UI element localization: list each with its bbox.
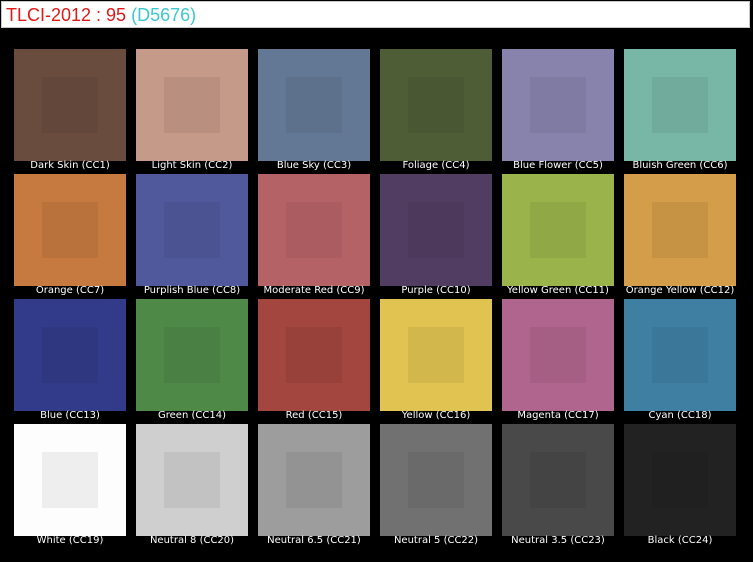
color-patch [136, 174, 248, 286]
color-patch [258, 174, 370, 286]
color-patch [380, 49, 492, 161]
color-patch [136, 49, 248, 161]
patch-label: Blue Sky (CC3) [276, 160, 352, 171]
patch-center [164, 202, 220, 258]
patch-label: Black (CC24) [647, 535, 713, 546]
patch-label: Purplish Blue (CC8) [143, 285, 241, 296]
color-patch [502, 299, 614, 411]
color-patch [136, 424, 248, 536]
patch-center [164, 452, 220, 508]
patch-center [42, 452, 98, 508]
patch-center [408, 77, 464, 133]
color-patch [14, 299, 126, 411]
patch-label: Orange Yellow (CC12) [625, 285, 735, 296]
color-patch [624, 424, 736, 536]
patch-center [164, 327, 220, 383]
patch-center [652, 327, 708, 383]
patch-label: Bluish Green (CC6) [632, 160, 728, 171]
patch-label: Neutral 6.5 (CC21) [267, 535, 361, 546]
color-checker-grid: Dark Skin (CC1) Light Skin (CC2) Blue Sky … [14, 49, 750, 549]
light-source-label: (D5676) [131, 5, 197, 25]
color-patch [624, 49, 736, 161]
patch-center [286, 77, 342, 133]
patch-center [530, 327, 586, 383]
patch-center [408, 202, 464, 258]
color-patch [258, 49, 370, 161]
patch-label: Blue Flower (CC5) [513, 160, 603, 171]
patch-label: Cyan (CC18) [648, 410, 712, 421]
title: TLCI-2012 : 95 (D5676) [6, 4, 196, 26]
patch-center [652, 77, 708, 133]
patch-center [652, 202, 708, 258]
color-patch [136, 299, 248, 411]
patch-center [652, 452, 708, 508]
patch-label: Neutral 3.5 (CC23) [511, 535, 605, 546]
patch-center [530, 202, 586, 258]
patch-center [42, 77, 98, 133]
patch-label: Yellow Green (CC11) [507, 285, 609, 296]
patch-label: Yellow (CC16) [401, 410, 471, 421]
color-patch [502, 174, 614, 286]
patch-label: Red (CC15) [285, 410, 343, 421]
patch-label: Neutral 8 (CC20) [149, 535, 235, 546]
color-patch [14, 174, 126, 286]
patch-center [408, 452, 464, 508]
patch-label: Green (CC14) [158, 410, 226, 421]
patch-center [286, 452, 342, 508]
tlci-score: TLCI-2012 : 95 [6, 5, 127, 25]
patch-label: Purple (CC10) [401, 285, 471, 296]
patch-label: Dark Skin (CC1) [30, 160, 110, 171]
color-patch [258, 424, 370, 536]
color-patch [258, 299, 370, 411]
patch-center [286, 327, 342, 383]
patch-label: Foliage (CC4) [402, 160, 470, 171]
color-patch [502, 49, 614, 161]
patch-label: Blue (CC13) [40, 410, 100, 421]
title-bar: TLCI-2012 : 95 (D5676) [1, 1, 750, 28]
patch-center [408, 327, 464, 383]
color-patch [380, 299, 492, 411]
color-patch [14, 424, 126, 536]
patch-label: Light Skin (CC2) [151, 160, 233, 171]
color-patch [380, 424, 492, 536]
color-patch [624, 299, 736, 411]
patch-label: Magenta (CC17) [517, 410, 599, 421]
color-patch [624, 174, 736, 286]
patch-label: White (CC19) [36, 535, 104, 546]
patch-center [42, 202, 98, 258]
patch-center [42, 327, 98, 383]
patch-center [530, 452, 586, 508]
patch-center [164, 77, 220, 133]
color-patch [14, 49, 126, 161]
patch-label: Moderate Red (CC9) [263, 285, 365, 296]
bottom-strip [0, 553, 753, 562]
color-patch [380, 174, 492, 286]
color-patch [502, 424, 614, 536]
patch-label: Neutral 5 (CC22) [393, 535, 479, 546]
patch-center [530, 77, 586, 133]
patch-label: Orange (CC7) [35, 285, 105, 296]
patch-center [286, 202, 342, 258]
